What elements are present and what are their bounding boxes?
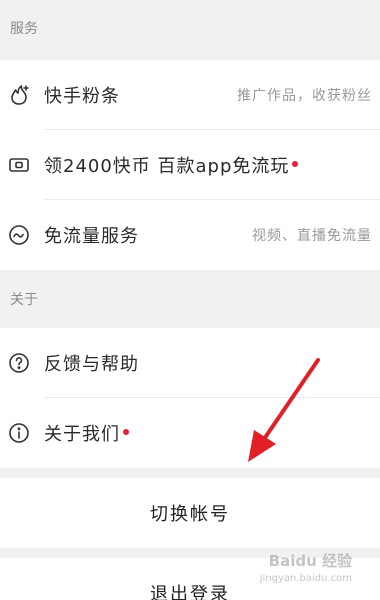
list-item-free-data[interactable]: 免流量服务 视频、直播免流量 bbox=[0, 200, 380, 270]
service-list: 快手粉条 推广作品，收获粉丝 领2400快币 百款app免流玩 免流量服务 视频… bbox=[0, 60, 380, 270]
about-list: 反馈与帮助 关于我们 bbox=[0, 328, 380, 468]
list-item-label: 领2400快币 百款app免流玩 bbox=[44, 152, 299, 178]
switch-account-button[interactable]: 切换帐号 bbox=[0, 478, 380, 548]
fire-icon bbox=[6, 82, 32, 108]
list-item-kuaishou-fentiao[interactable]: 快手粉条 推广作品，收获粉丝 bbox=[0, 60, 380, 130]
question-icon bbox=[6, 350, 32, 376]
wave-icon bbox=[6, 222, 32, 248]
watermark: Baidu 经验 jingyan.baidu.com bbox=[260, 550, 352, 584]
list-item-hint: 推广作品，收获粉丝 bbox=[237, 88, 372, 104]
red-dot-badge bbox=[123, 429, 129, 435]
list-item-kuaibi-offer[interactable]: 领2400快币 百款app免流玩 bbox=[0, 130, 380, 200]
section-header-about: 关于 bbox=[0, 270, 380, 328]
wallet-icon bbox=[6, 152, 32, 178]
list-item-label: 关于我们 bbox=[44, 420, 129, 446]
list-item-about-us[interactable]: 关于我们 bbox=[0, 398, 380, 468]
list-item-label: 反馈与帮助 bbox=[44, 354, 139, 375]
section-header-service: 服务 bbox=[0, 0, 380, 60]
info-icon bbox=[6, 420, 32, 446]
watermark-sub: jingyan.baidu.com bbox=[259, 573, 352, 584]
list-item-label-text: 关于我们 bbox=[44, 424, 120, 445]
list-item-hint: 视频、直播免流量 bbox=[252, 228, 372, 244]
spacer bbox=[0, 468, 380, 478]
section-title: 关于 bbox=[10, 292, 38, 308]
list-item-label: 快手粉条 bbox=[44, 86, 120, 107]
watermark-text: Baidu 经验 bbox=[268, 552, 352, 570]
list-item-label-text: 领2400快币 百款app免流玩 bbox=[44, 156, 290, 177]
list-item-label: 免流量服务 bbox=[44, 226, 139, 247]
list-item-feedback-help[interactable]: 反馈与帮助 bbox=[0, 328, 380, 398]
section-title: 服务 bbox=[10, 21, 38, 37]
red-dot-badge bbox=[292, 161, 299, 167]
